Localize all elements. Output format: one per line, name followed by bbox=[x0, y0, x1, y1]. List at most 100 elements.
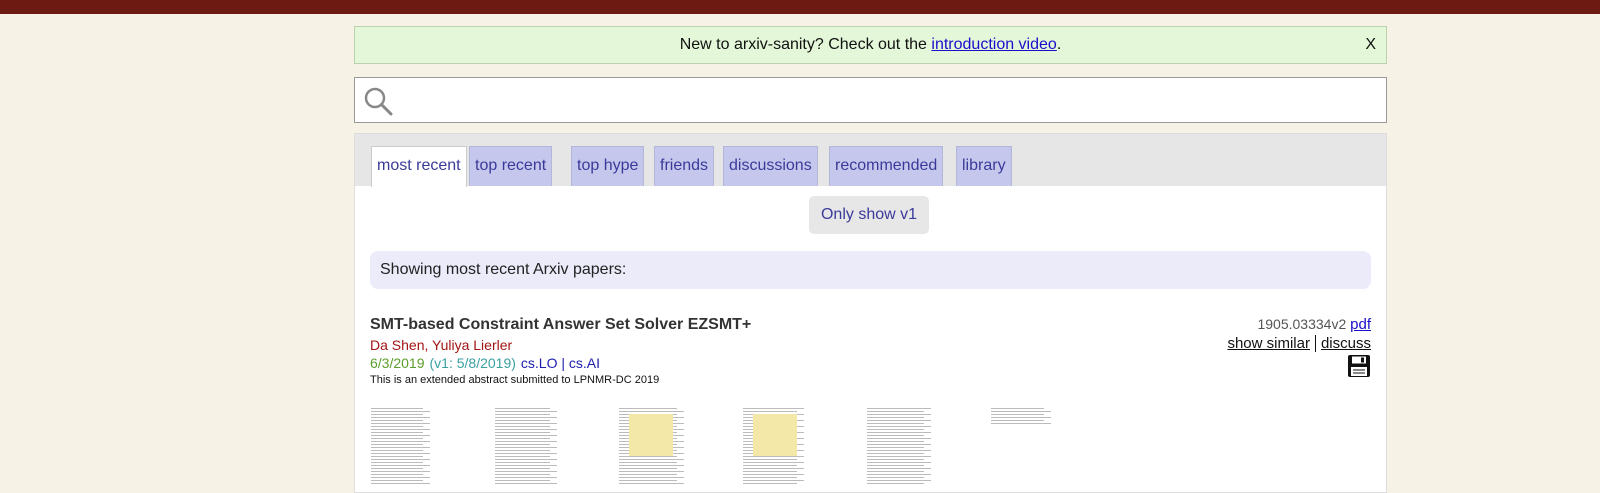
thumbnail-text-line bbox=[867, 471, 924, 472]
paper-thumbnail[interactable] bbox=[367, 402, 439, 486]
top-bar bbox=[0, 0, 1600, 14]
thumbnail-text-line bbox=[371, 459, 430, 460]
thumbnail-text-line bbox=[371, 483, 430, 484]
thumbnail-text-line bbox=[743, 456, 804, 457]
discuss-link[interactable]: discuss bbox=[1321, 335, 1371, 352]
thumbnail-text-line bbox=[867, 438, 931, 439]
thumbnail-text-line bbox=[743, 459, 797, 460]
paper-thumbnail[interactable] bbox=[987, 402, 1059, 486]
thumbnail-text-line bbox=[495, 441, 557, 442]
tab-friends[interactable]: friends bbox=[654, 146, 715, 186]
thumbnail-text-line bbox=[743, 408, 804, 409]
thumbnail-text-line bbox=[867, 432, 931, 433]
thumbnail-text-line bbox=[495, 462, 550, 463]
paper-comment: This is an extended abstract submitted t… bbox=[370, 374, 660, 386]
thumbnail-text-line bbox=[371, 414, 423, 415]
thumbnail-text-line bbox=[495, 438, 550, 439]
paper-thumbnail[interactable] bbox=[615, 402, 687, 486]
thumbnail-text-line bbox=[867, 429, 924, 430]
thumbnail-text-line bbox=[991, 414, 1044, 415]
thumbnail-text-line bbox=[371, 468, 423, 469]
paper-thumbnail[interactable] bbox=[739, 402, 811, 486]
only-show-v1-button[interactable]: Only show v1 bbox=[809, 196, 929, 234]
thumbnail-text-line bbox=[867, 468, 931, 469]
paper-title[interactable]: SMT-based Constraint Answer Set Solver E… bbox=[370, 316, 751, 334]
thumbnail-text-line bbox=[743, 462, 804, 463]
thumbnail-text-line bbox=[743, 468, 804, 469]
thumbnail-text-line bbox=[867, 441, 924, 442]
thumbnail-text-line bbox=[619, 459, 684, 460]
thumbnail-text-line bbox=[495, 453, 557, 454]
thumbnail-text-line bbox=[867, 417, 924, 418]
tab-discussions[interactable]: discussions bbox=[723, 146, 818, 186]
tab-top-recent[interactable]: top recent bbox=[469, 146, 553, 186]
thumbnail-text-line bbox=[743, 471, 797, 472]
intro-banner: New to arxiv-sanity? Check out the intro… bbox=[354, 26, 1387, 64]
thumbnail-text-line bbox=[867, 447, 924, 448]
thumbnail-text-line bbox=[867, 435, 924, 436]
thumbnail-text-line bbox=[867, 477, 924, 478]
paper-categories[interactable]: cs.LO | cs.AI bbox=[521, 355, 600, 371]
thumbnail-text-line bbox=[495, 429, 557, 430]
thumbnail-text-line bbox=[371, 480, 423, 481]
thumbnail-figure bbox=[753, 414, 797, 456]
paper-arxiv-id: 1905.03334v2 bbox=[1257, 316, 1347, 332]
thumbnail-text-line bbox=[495, 480, 550, 481]
thumbnail-text-line bbox=[371, 420, 423, 421]
tab-recommended[interactable]: recommended bbox=[829, 146, 944, 186]
thumbnail-text-line bbox=[619, 465, 684, 466]
thumbnail-text-line bbox=[371, 477, 430, 478]
thumbnail-text-line bbox=[495, 435, 557, 436]
tab-library[interactable]: library bbox=[956, 146, 1012, 186]
search-icon bbox=[364, 87, 393, 116]
pdf-link[interactable]: pdf bbox=[1350, 316, 1371, 333]
thumbnail-text-line bbox=[371, 471, 430, 472]
thumbnail-text-line bbox=[495, 477, 557, 478]
paper-thumbnail[interactable] bbox=[863, 402, 935, 486]
thumbnail-text-line bbox=[495, 408, 550, 409]
banner-close-button[interactable]: X bbox=[1365, 27, 1376, 63]
thumbnail-text-line bbox=[371, 456, 423, 457]
tab-most-recent[interactable]: most recent bbox=[371, 146, 467, 187]
thumbnail-text-line bbox=[371, 450, 423, 451]
thumbnail-text-line bbox=[619, 456, 677, 457]
results-panel: most recent top recent top hype friends … bbox=[354, 133, 1387, 493]
thumbnail-text-line bbox=[867, 465, 924, 466]
thumbnail-text-line bbox=[619, 411, 684, 412]
thumbnail-text-line bbox=[495, 417, 557, 418]
thumbnail-text-line bbox=[991, 423, 1051, 424]
thumbnail-text-line bbox=[371, 438, 423, 439]
thumbnail-text-line bbox=[867, 426, 931, 427]
paper-authors: Da Shen, Yuliya Lierler bbox=[370, 337, 513, 353]
thumbnail-text-line bbox=[371, 435, 430, 436]
paper-thumbnail[interactable] bbox=[491, 402, 563, 486]
thumbnail-text-line bbox=[867, 420, 931, 421]
thumbnail-text-line bbox=[991, 411, 1051, 412]
thumbnail-text-line bbox=[495, 456, 550, 457]
thumbnail-text-line bbox=[371, 426, 423, 427]
floppy-disk-icon[interactable] bbox=[1347, 354, 1371, 378]
thumbnail-text-line bbox=[867, 444, 931, 445]
thumbnail-text-line bbox=[867, 459, 924, 460]
thumbnail-text-line bbox=[867, 483, 924, 484]
show-similar-link[interactable]: show similar bbox=[1227, 335, 1310, 352]
thumbnail-text-line bbox=[867, 453, 924, 454]
thumbnail-text-line bbox=[371, 462, 423, 463]
search-input[interactable] bbox=[401, 82, 1375, 120]
thumbnail-text-line bbox=[495, 474, 550, 475]
thumbnail-text-line bbox=[371, 447, 430, 448]
thumbnail-text-line bbox=[371, 423, 430, 424]
thumbnail-text-line bbox=[991, 417, 1051, 418]
thumbnail-text-line bbox=[867, 411, 924, 412]
thumbnail-text-line bbox=[867, 462, 931, 463]
tab-top-hype[interactable]: top hype bbox=[571, 146, 645, 186]
thumbnail-text-line bbox=[495, 420, 550, 421]
tab-bar: most recent top recent top hype friends … bbox=[355, 134, 1386, 187]
thumbnail-text-line bbox=[371, 417, 430, 418]
thumbnail-text-line bbox=[619, 462, 677, 463]
intro-video-link[interactable]: introduction video bbox=[931, 36, 1056, 53]
banner-text: New to arxiv-sanity? Check out the bbox=[679, 36, 932, 53]
thumbnail-text-line bbox=[495, 444, 550, 445]
thumbnail-text-line bbox=[619, 477, 684, 478]
thumbnail-text-line bbox=[743, 474, 804, 475]
